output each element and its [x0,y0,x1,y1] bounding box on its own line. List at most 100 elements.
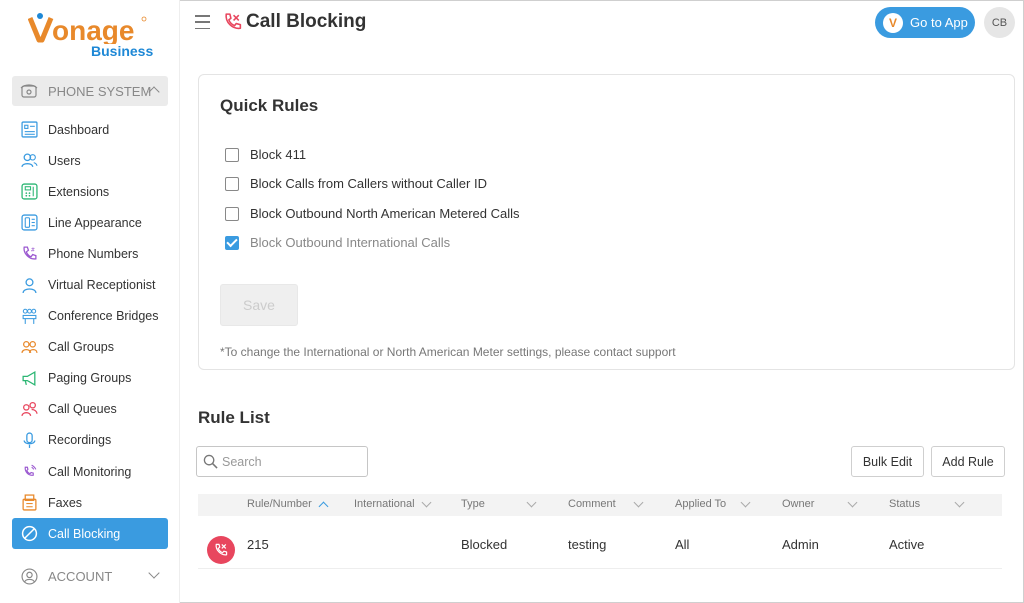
sort-ascending-icon [318,501,329,511]
sidebar-item-conference-bridges[interactable]: Conference Bridges [12,301,168,332]
megaphone-icon [22,370,36,386]
account-icon [21,567,38,585]
go-to-app-button[interactable]: V Go to App [875,7,975,38]
brand-name: onage [52,15,134,44]
sidebar-item-label: Users [48,153,81,168]
checkbox[interactable] [225,206,239,221]
vonage-logo[interactable]: onage Business [27,10,158,59]
column-header-international[interactable]: International [354,497,431,510]
rule-list-title: Rule List [198,408,270,427]
avatar[interactable]: CB [984,7,1015,38]
sidebar-item-virtual-receptionist[interactable]: Virtual Receptionist [12,269,168,300]
dashboard-icon [21,121,38,138]
sort-icon [526,497,537,508]
cell-owner: Admin [782,537,819,552]
sort-icon [633,497,644,508]
sidebar-item-recordings[interactable]: Recordings [12,425,168,456]
conference-icon [22,308,37,324]
sidebar-item-line-appearance[interactable]: Line Appearance [12,207,168,238]
bulk-edit-button[interactable]: Bulk Edit [851,446,924,477]
column-label: Comment [568,498,616,510]
table-row[interactable]: 215 Blocked testing All Admin Active [198,522,1002,569]
add-rule-button[interactable]: Add Rule [931,446,1005,477]
support-note: *To change the International or North Am… [220,345,676,359]
sidebar-nav: Dashboard Users Extensions Line Appearan… [12,114,168,550]
sidebar-item-faxes[interactable]: Faxes [12,487,168,518]
phone-numbers-icon: # [23,246,37,260]
menu-toggle-icon[interactable] [195,15,210,29]
column-header-status[interactable]: Status [889,497,967,510]
sidebar-item-call-blocking[interactable]: Call Blocking [12,518,168,550]
sidebar-item-call-monitoring[interactable]: Call Monitoring [12,456,168,487]
rule-label: Block Outbound International Calls [250,235,451,250]
checkbox-checked[interactable] [225,235,239,250]
sort-icon [954,497,965,508]
chevron-down-icon [148,567,160,579]
rule-block-no-caller-id[interactable]: Block Calls from Callers without Caller … [225,176,487,191]
sidebar-item-call-queues[interactable]: Call Queues [12,394,168,425]
account-section[interactable]: ACCOUNT [12,562,168,590]
vonage-wordmark-icon: onage [27,13,147,46]
rule-block-international[interactable]: Block Outbound International Calls [225,235,450,250]
phone-system-section[interactable]: PHONE SYSTEM [12,76,168,106]
sort-icon [847,497,858,508]
quick-rules-card: Quick Rules Block 411 Block Calls from C… [198,74,1015,370]
svg-text:#: # [31,248,36,254]
call-groups-icon [21,340,38,353]
sidebar-item-label: Call Monitoring [48,464,132,479]
block-icon [21,526,38,542]
search-field[interactable] [196,446,368,477]
checkbox[interactable] [225,176,239,191]
search-input[interactable] [222,454,362,469]
extensions-icon [21,183,38,200]
sidebar-item-label: Call Groups [48,340,114,355]
fax-icon [22,494,37,511]
sidebar-item-users[interactable]: Users [12,145,168,176]
cell-applied-to: All [675,537,690,552]
sidebar-item-extensions[interactable]: Extensions [12,176,168,207]
column-label: International [354,498,415,510]
monitoring-icon [24,464,37,476]
cell-status: Active [889,537,925,552]
sidebar-item-label: Call Queues [48,402,117,417]
column-label: Type [461,498,485,510]
rule-block-411[interactable]: Block 411 [225,147,306,162]
sidebar-item-paging-groups[interactable]: Paging Groups [12,363,168,394]
receptionist-icon [22,277,37,293]
sort-icon [740,497,751,508]
sidebar-item-label: Line Appearance [48,215,142,230]
sort-icon [421,497,431,508]
column-header-comment[interactable]: Comment [568,497,646,510]
sidebar-item-phone-numbers[interactable]: # Phone Numbers [12,238,168,269]
phone-icon [20,84,38,98]
column-header-rule-number[interactable]: Rule/Number [247,498,329,511]
sidebar-item-dashboard[interactable]: Dashboard [12,114,168,145]
sidebar-item-label: Paging Groups [48,371,132,386]
sidebar-item-call-groups[interactable]: Call Groups [12,332,168,363]
column-header-owner[interactable]: Owner [782,497,860,510]
sidebar-item-label: Call Blocking [48,526,121,541]
users-icon [21,153,38,168]
section-label: PHONE SYSTEM [48,83,152,99]
rule-block-na-metered[interactable]: Block Outbound North American Metered Ca… [225,206,520,221]
rule-label: Block Outbound North American Metered Ca… [250,206,520,221]
quick-rules-title: Quick Rules [220,96,319,115]
sidebar-item-label: Phone Numbers [48,246,139,261]
column-label: Applied To [675,498,727,510]
sidebar-item-label: Faxes [48,495,83,510]
column-header-type[interactable]: Type [461,497,539,510]
cell-rule-number: 215 [247,537,269,552]
column-label: Rule/Number [247,498,312,510]
call-block-title-icon [225,13,242,30]
sidebar-item-label: Recordings [48,433,112,448]
checkbox[interactable] [225,147,239,162]
column-label: Owner [782,498,815,510]
column-label: Status [889,498,921,510]
call-queues-icon [21,401,38,416]
save-button[interactable]: Save [220,284,298,326]
microphone-icon [23,432,36,448]
column-header-applied-to[interactable]: Applied To [675,497,753,510]
vonage-v-icon: V [883,12,903,33]
brand-sub: Business [91,43,154,59]
account-label: ACCOUNT [48,568,113,584]
